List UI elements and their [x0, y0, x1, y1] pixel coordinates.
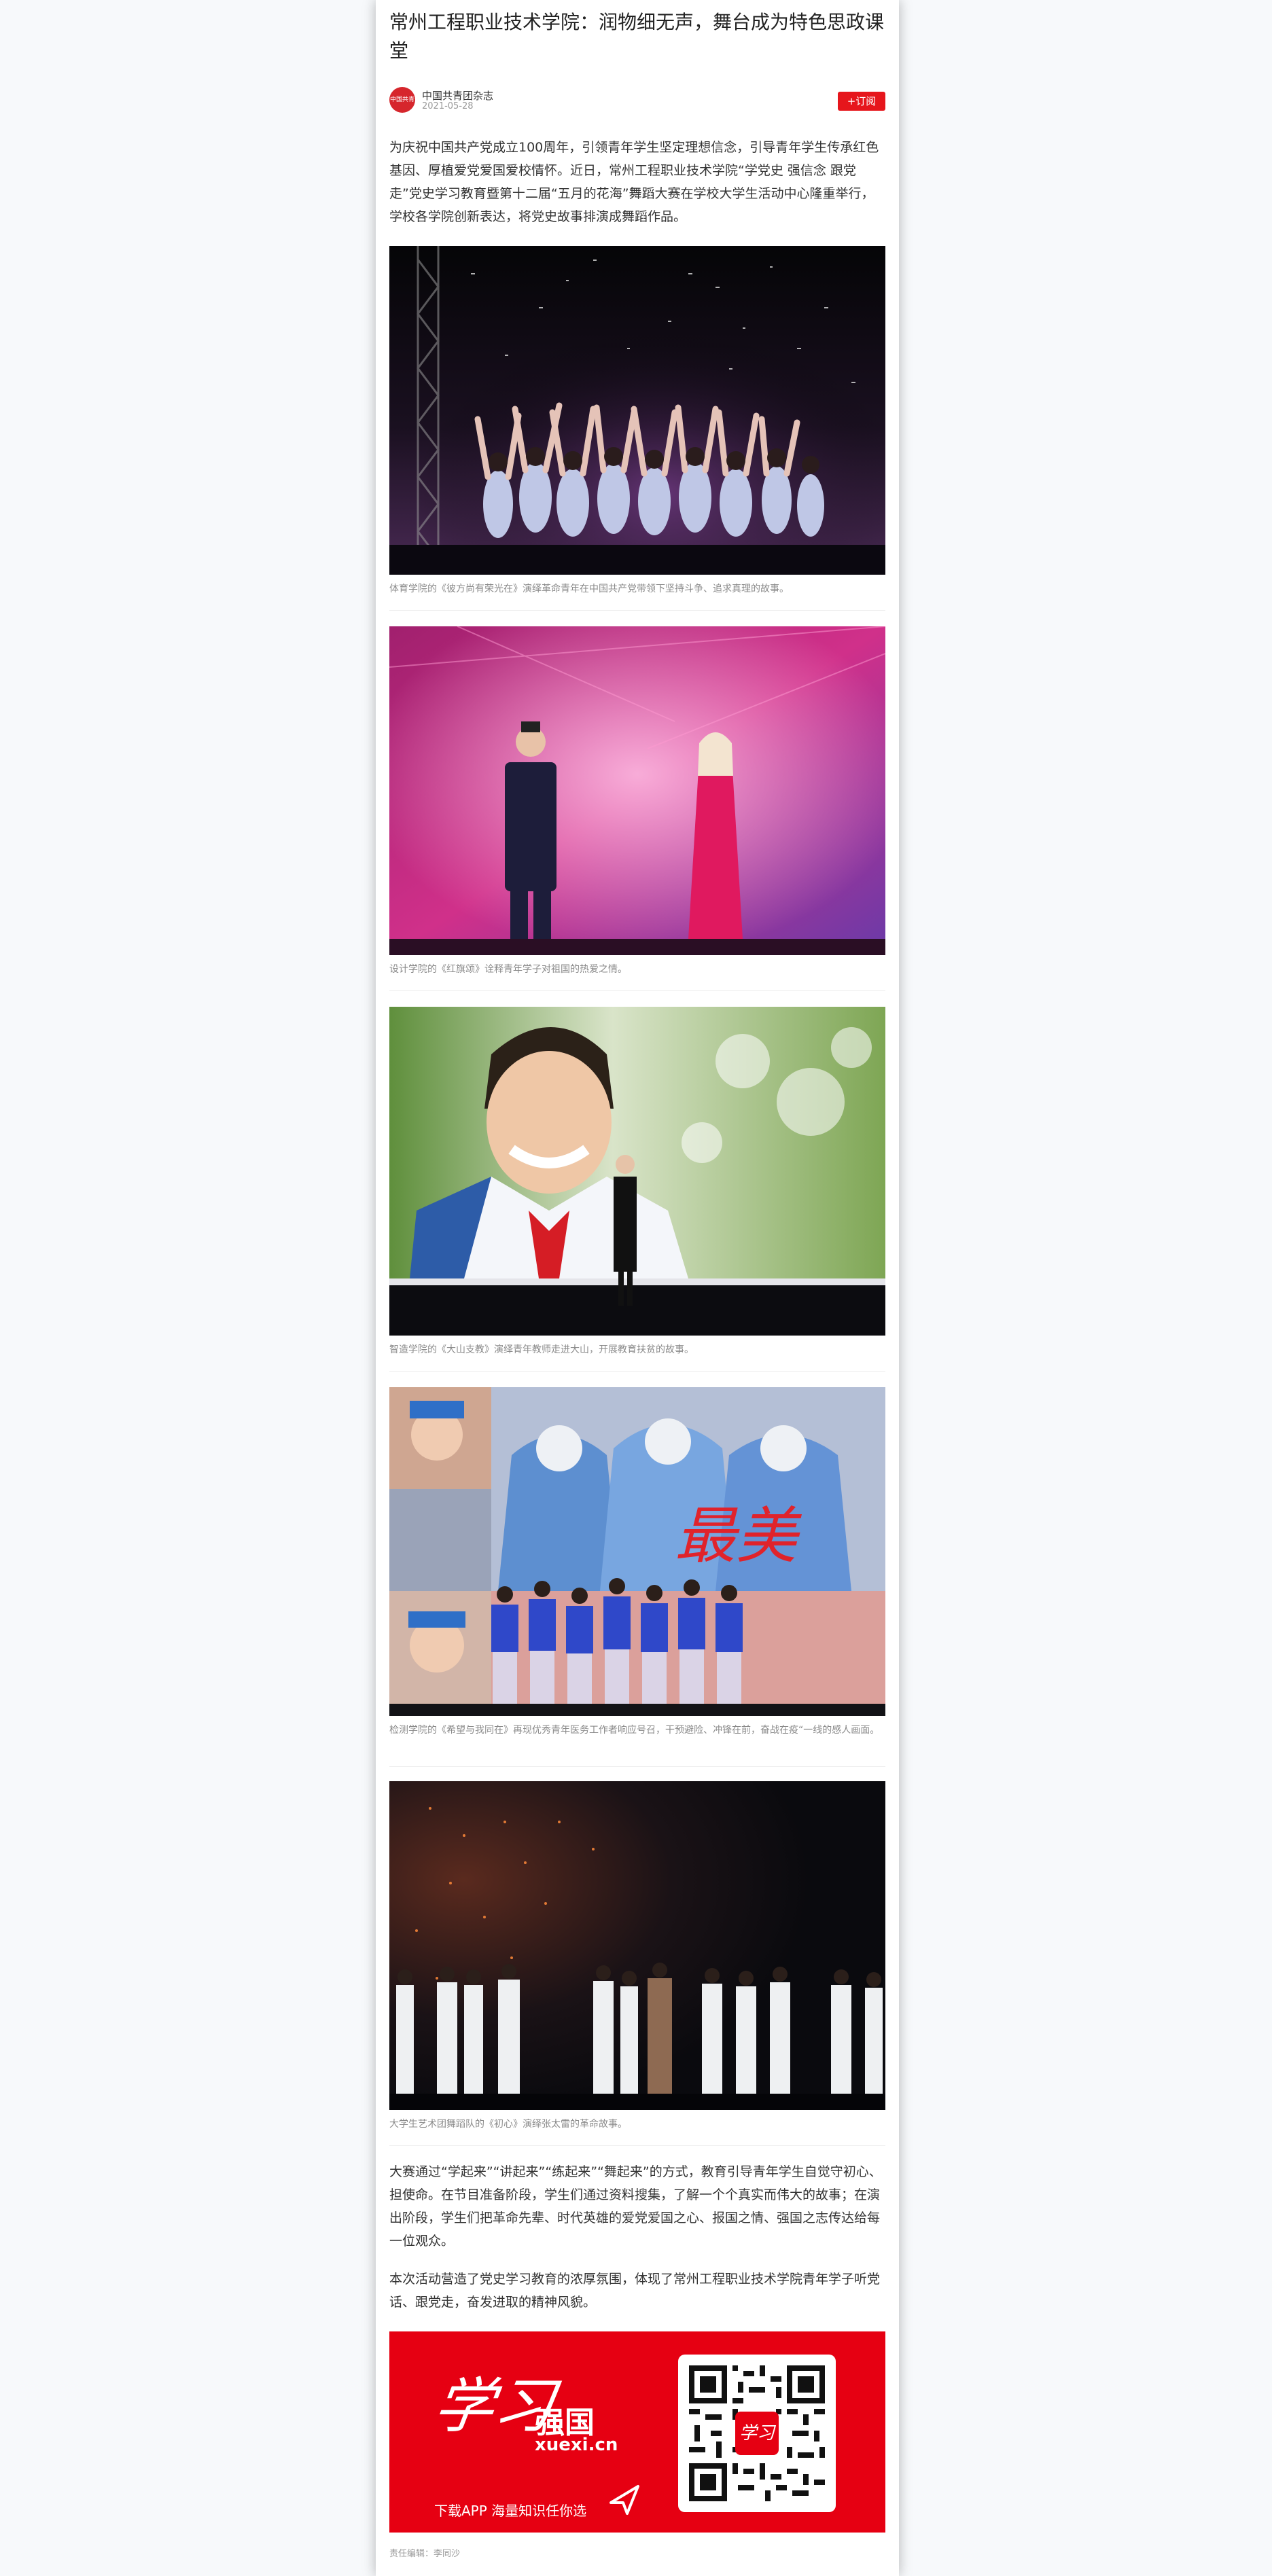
photo-caption: 智造学院的《大山支教》演绎青年教师走进大山，开展教育扶贫的故事。 — [389, 1344, 694, 1355]
photo-caption: 设计学院的《红旗颂》诠释青年学子对祖国的热爱之情。 — [389, 964, 627, 975]
download-slogan: 下载APP 海量知识任你选 — [434, 2503, 587, 2519]
photo-dance-performance[interactable] — [389, 246, 885, 575]
cursor-arrow-icon — [610, 2485, 639, 2515]
body-paragraph: 大赛通过“学起来”“讲起来”“练起来”“舞起来”的方式，教育引导青年学生自觉守初… — [389, 2164, 882, 2249]
divider — [389, 2145, 885, 2146]
article-title: 常州工程职业技术学院：润物细无声，舞台成为特色思政课堂 — [389, 11, 885, 62]
source-name[interactable]: 中国共青团杂志 — [422, 88, 493, 103]
medical-stage-image: 最美 — [389, 1387, 885, 1716]
qr-center-logo: 学习 — [735, 2412, 779, 2455]
photo-caption: 体育学院的《彼方尚有荣光在》演绎革命青年在中国共产党带领下坚持斗争、追求真理的故… — [389, 584, 789, 594]
photo-mountain-teacher[interactable] — [389, 1007, 885, 1336]
divider — [389, 1766, 885, 1767]
article-page: 常州工程职业技术学院：润物细无声，舞台成为特色思政课堂 中国共青团 中国共青团杂… — [376, 0, 899, 2576]
photo-red-flag-hosts[interactable] — [389, 626, 885, 955]
xuexi-url: xuexi.cn — [535, 2435, 618, 2455]
hosts-stage-image — [389, 626, 885, 955]
screen-calligraphy: 最美 — [675, 1501, 802, 1572]
divider — [389, 990, 885, 991]
divider — [389, 610, 885, 611]
source-avatar[interactable]: 中国共青团 — [389, 87, 415, 129]
subscribe-button[interactable]: +订阅 — [838, 92, 885, 111]
divider — [389, 1371, 885, 1372]
intro-paragraph: 为庆祝中国共产党成立100周年，引领青年学生坚定理想信念，引导青年学生传承红色基… — [389, 140, 879, 224]
body-paragraph: 本次活动营造了党史学习教育的浓厚氛围，体现了常州工程职业技术学院青年学子听党话、… — [389, 2272, 881, 2310]
source-row: 中国共青团 中国共青团杂志 2021-05-28 +订阅 — [389, 87, 885, 129]
photo-caption: 检测学院的《希望与我同在》再现优秀青年医务工作者响应号召，干预避险、冲锋在前，奋… — [389, 1725, 880, 1736]
screen-girl-image — [389, 1007, 885, 1336]
qr-code[interactable]: 学习 — [678, 2355, 836, 2512]
photo-original-heart[interactable] — [389, 1781, 885, 2110]
photo-caption: 大学生艺术团舞蹈队的《初心》演绎张太雷的革命故事。 — [389, 2119, 627, 2130]
publish-date: 2021-05-28 — [422, 101, 474, 111]
dancers-white-image — [389, 1781, 885, 2110]
xuexi-banner[interactable]: 学习 强国 xuexi.cn 下载APP 海量知识任你选 学习 — [389, 2331, 885, 2533]
dance-stage-image — [389, 246, 885, 575]
editor-credit: 责任编辑：李同沙 — [389, 2549, 461, 2559]
photo-medical-heroes[interactable]: 最美 — [389, 1387, 885, 1716]
